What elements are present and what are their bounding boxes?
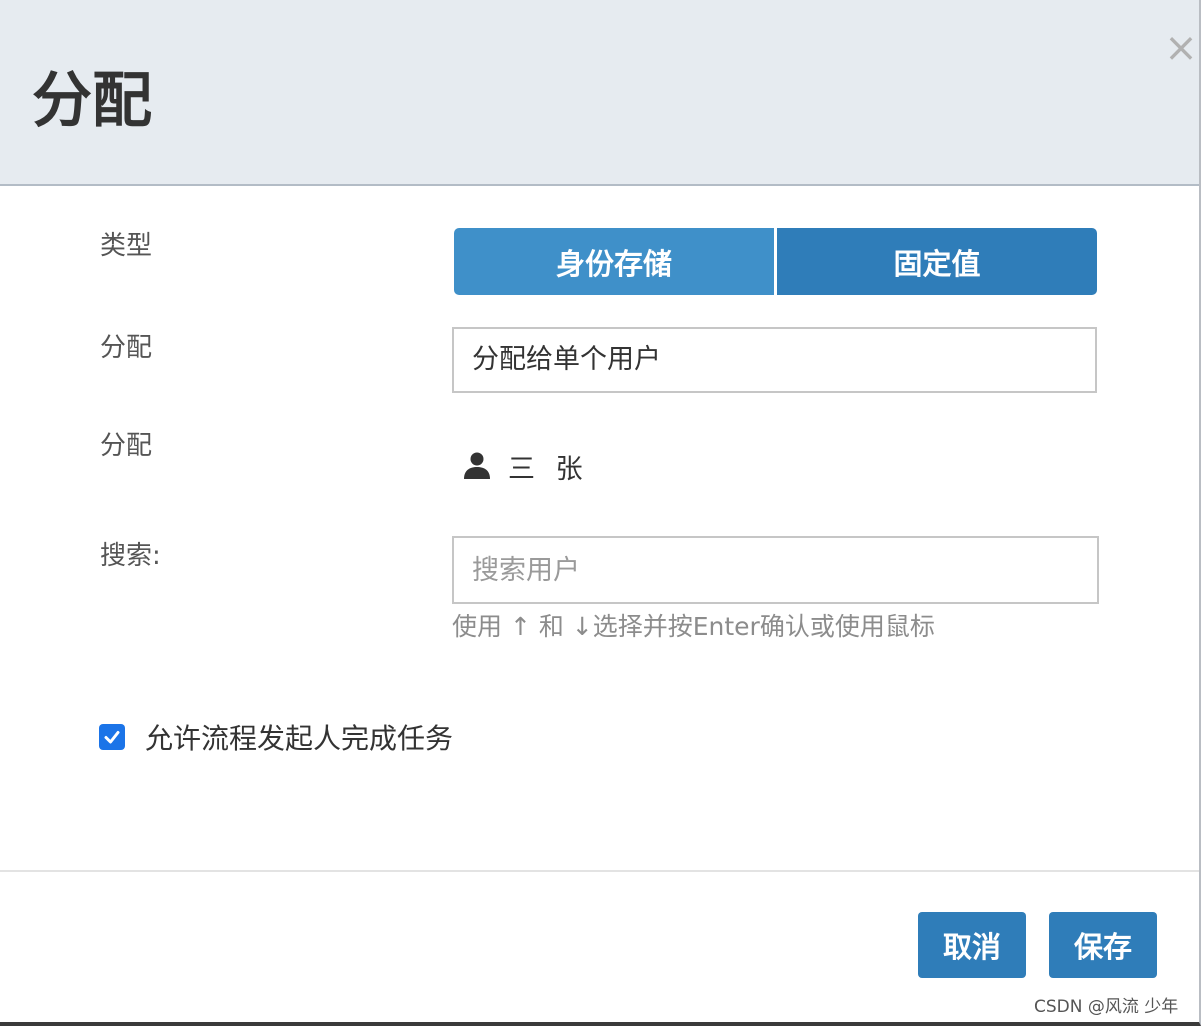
allow-initiator-checkbox[interactable] bbox=[99, 724, 125, 750]
search-help-text: 使用 ↑ 和 ↓选择并按Enter确认或使用鼠标 bbox=[452, 612, 935, 641]
dialog-header: 分配 × bbox=[0, 0, 1199, 186]
assign-label: 分配 bbox=[100, 333, 153, 363]
type-toggle-group: 身份存储 固定值 bbox=[454, 228, 1097, 295]
cancel-button[interactable]: 取消 bbox=[918, 912, 1026, 978]
type-label: 类型 bbox=[100, 231, 153, 261]
assign-type-select[interactable]: 分配给单个用户 bbox=[452, 327, 1097, 393]
type-option-fixed-value[interactable]: 固定值 bbox=[777, 228, 1097, 295]
assign-dialog: 分配 × 类型 身份存储 固定值 分配 分配给单个用户 分配 三 张 搜索: 使… bbox=[0, 0, 1201, 1026]
user-icon bbox=[464, 452, 490, 479]
type-option-identity-store[interactable]: 身份存储 bbox=[454, 228, 774, 295]
save-button[interactable]: 保存 bbox=[1049, 912, 1157, 978]
assignee-user: 三 张 bbox=[462, 448, 589, 485]
assignee-name: 三 张 bbox=[508, 453, 589, 485]
assignee-label: 分配 bbox=[100, 431, 153, 461]
allow-initiator-label: 允许流程发起人完成任务 bbox=[145, 722, 454, 755]
user-search-input[interactable] bbox=[452, 536, 1099, 604]
footer-divider bbox=[0, 870, 1199, 872]
close-icon[interactable]: × bbox=[1164, 28, 1198, 68]
watermark: CSDN @风流 少年 bbox=[1034, 997, 1179, 1017]
search-label: 搜索: bbox=[100, 541, 161, 571]
checkmark-icon bbox=[104, 731, 120, 744]
dialog-title: 分配 bbox=[32, 66, 152, 136]
